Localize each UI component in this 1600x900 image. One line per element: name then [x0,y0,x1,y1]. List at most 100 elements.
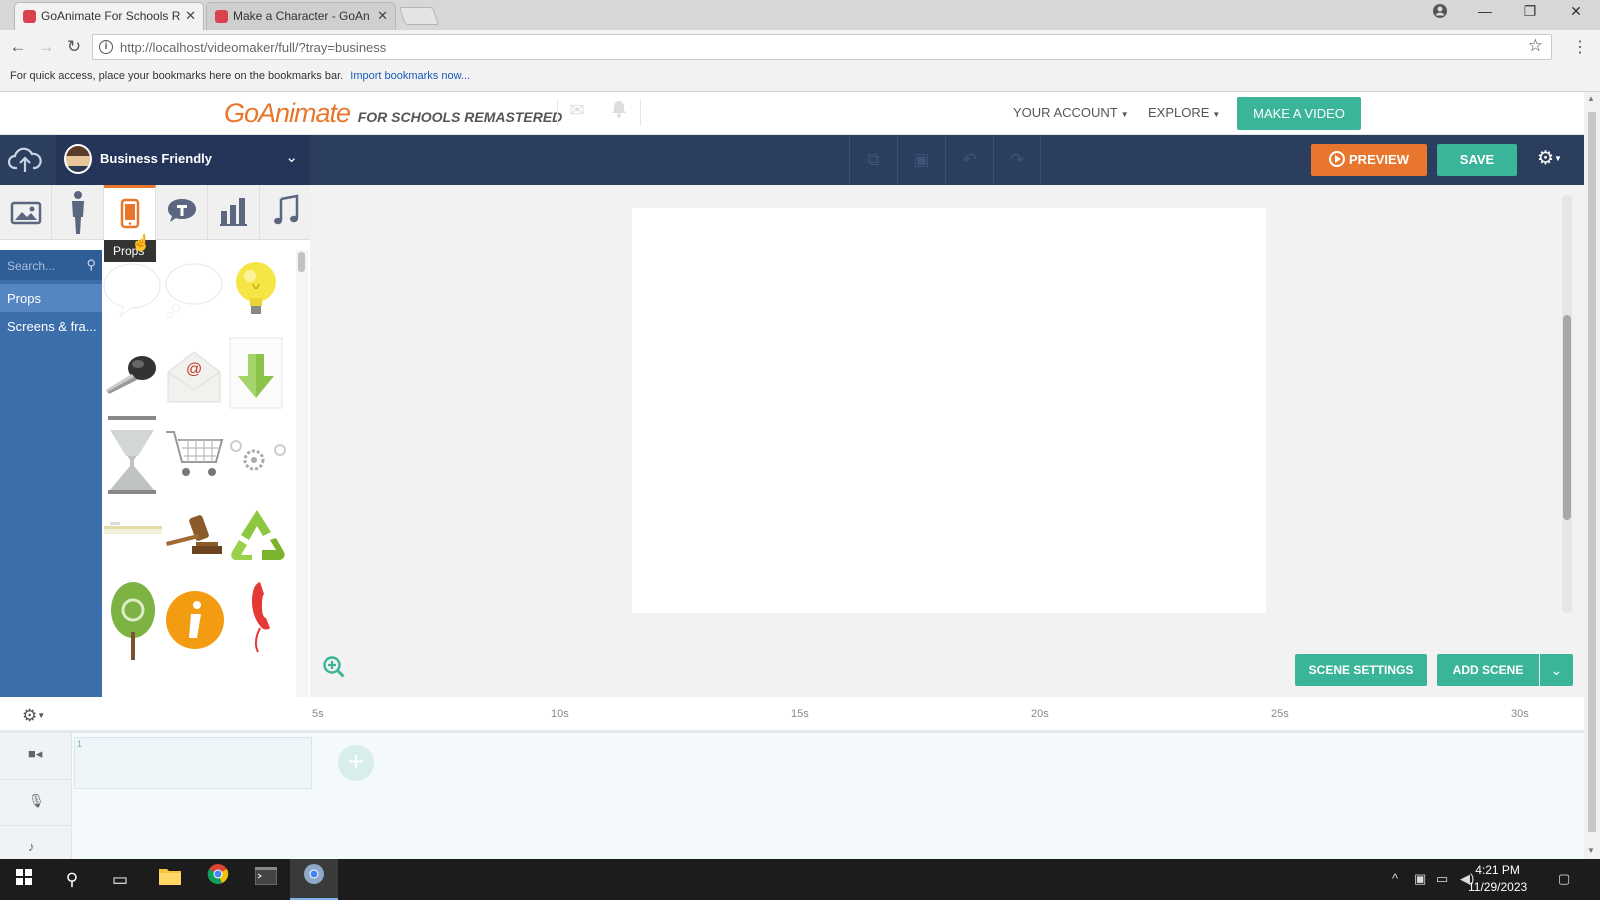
redo-icon[interactable]: ↷ [993,135,1041,185]
tab-charts[interactable] [208,185,260,240]
meet-now-icon[interactable]: ▣ [1414,871,1426,887]
tab-music[interactable] [260,185,312,240]
close-tab-icon[interactable]: ✕ [185,8,196,24]
thought-bubble-prop[interactable] [164,260,224,330]
save-button[interactable]: SAVE [1437,144,1517,176]
zoom-in-icon[interactable] [322,655,346,679]
close-tab-icon[interactable]: ✕ [377,8,388,24]
terminal-icon[interactable] [242,859,290,900]
tab-backgrounds[interactable] [0,185,52,240]
add-scene-button[interactable]: ADD SCENE [1437,654,1539,686]
app-header: GoAnimate FOR SCHOOLS REMASTERED ✉ YOUR … [0,92,1584,135]
scene-number: 1 [77,739,83,749]
hourglass-prop[interactable] [102,416,162,494]
email-envelope-prop[interactable]: @ [164,342,224,412]
copy-icon[interactable]: ⧉ [849,135,897,185]
paste-icon[interactable]: ▣ [897,135,945,185]
import-bookmarks-link[interactable]: Import bookmarks now... [350,70,470,82]
scene-canvas[interactable] [632,208,1266,613]
recycle-symbol-prop[interactable] [226,506,286,576]
goanimate-logo[interactable]: GoAnimate FOR SCHOOLS REMASTERED [224,98,562,129]
task-view-icon[interactable]: ▭ [96,859,144,900]
clock-date: 11/29/2023 [1468,880,1528,894]
undo-icon[interactable]: ↶ [945,135,993,185]
info-sign-prop[interactable] [164,588,224,658]
messages-icon[interactable]: ✉ [566,100,588,122]
search-icon[interactable]: ⚲ [86,257,96,273]
speech-bubble-prop[interactable] [102,260,162,330]
tick-label: 20s [1031,708,1049,720]
explore-label: EXPLORE [1148,105,1210,120]
tray-chevron-up-icon[interactable]: ^ [1392,871,1398,886]
shopping-cart-prop[interactable] [164,426,224,496]
forward-icon[interactable]: → [34,35,58,59]
stage-scrollbar[interactable] [1562,195,1572,613]
address-bar[interactable]: i http://localhost/videomaker/full/?tray… [92,34,1552,60]
upload-cloud-icon[interactable] [7,144,42,174]
browser-tab-goanimate[interactable]: GoAnimate For Schools R ✕ [14,2,204,30]
browser-menu-icon[interactable]: ⋮ [1572,37,1588,57]
minimize-icon[interactable]: — [1465,3,1505,25]
tick-label: 15s [791,708,809,720]
music-icon [274,194,299,225]
url-text: http://localhost/videomaker/full/?tray=b… [120,40,387,55]
add-scene-dropdown-button[interactable]: ⌄ [1540,654,1573,686]
file-explorer-icon[interactable] [146,859,194,900]
hand-cursor-icon: ☝ [131,235,151,252]
gears-prop[interactable] [226,436,286,506]
tree-prop[interactable] [102,580,162,660]
chevron-down-icon: ⌄ [1550,662,1563,678]
reload-icon[interactable]: ↻ [62,35,86,59]
library-sidebar: Search... ⚲ Props Screens & fra... [0,250,102,697]
gavel-prop[interactable] [164,506,224,576]
stage-area: SCENE SETTINGS ADD SCENE ⌄ [310,185,1584,697]
light-bulb-prop[interactable] [226,260,286,330]
profile-icon[interactable] [1420,3,1460,25]
bookmark-star-icon[interactable]: ☆ [1528,36,1543,56]
settings-gear-icon[interactable]: ⚙▼ [1537,147,1573,173]
scroll-down-icon[interactable]: ▼ [1587,846,1595,855]
page-scrollbar[interactable]: ▲ ▼ [1584,92,1600,859]
back-icon[interactable]: ← [6,35,30,59]
asset-scrollbar[interactable] [296,250,308,697]
scroll-up-icon[interactable]: ▲ [1587,94,1595,103]
clock-time: 4:21 PM [1475,863,1520,877]
search-icon[interactable]: ⚲ [48,859,96,900]
add-scene-plus-icon[interactable]: + [338,745,374,781]
your-account-menu[interactable]: YOUR ACCOUNT ▼ [1013,105,1129,120]
tab-text[interactable] [156,185,208,240]
new-tab-button[interactable] [398,7,440,25]
browser-tab-make-character[interactable]: Make a Character - GoAn ✕ [206,2,396,30]
make-a-video-button[interactable]: MAKE A VIDEO [1237,97,1361,130]
timeline-ruler: ⚙▼ 5s 10s 15s 20s 25s 30s [0,697,1584,733]
tab-characters[interactable] [52,185,104,240]
scene-settings-button[interactable]: SCENE SETTINGS [1295,654,1427,686]
windows-start-icon[interactable] [0,859,48,900]
scene-thumbnail[interactable]: 1 [74,737,312,789]
pen-prop[interactable] [102,512,162,582]
microphone-prop[interactable] [102,342,162,412]
network-icon[interactable]: ▭ [1436,871,1448,887]
chrome-active-icon[interactable] [290,859,338,900]
tick-label: 30s [1511,708,1529,720]
logo-brand: GoAnimate [224,98,351,128]
search-input[interactable]: Search... ⚲ [0,250,102,280]
preview-button[interactable]: PREVIEW [1311,144,1427,176]
close-window-icon[interactable]: ✕ [1556,3,1596,25]
library-category-tabs [0,185,310,240]
sidebar-item-screens-frames[interactable]: Screens & fra... [0,312,102,340]
theme-selector[interactable]: Business Friendly ⌄ [56,135,310,185]
notifications-bell-icon[interactable] [608,100,630,122]
chrome-icon[interactable] [194,859,242,900]
info-icon[interactable]: i [99,40,113,54]
restore-icon[interactable]: ❐ [1510,3,1550,25]
tab-props[interactable] [104,185,156,240]
notifications-icon[interactable]: ▢ [1558,871,1570,887]
explore-menu[interactable]: EXPLORE ▼ [1148,105,1220,120]
taskbar-clock[interactable]: 4:21 PM 11/29/2023 [1468,862,1527,896]
theme-avatar [64,144,92,174]
sidebar-item-props[interactable]: Props [0,284,102,312]
timeline-settings-gear-icon[interactable]: ⚙▼ [22,706,45,726]
telephone-handset-prop[interactable] [226,580,286,653]
download-arrow-prop[interactable] [226,336,286,409]
